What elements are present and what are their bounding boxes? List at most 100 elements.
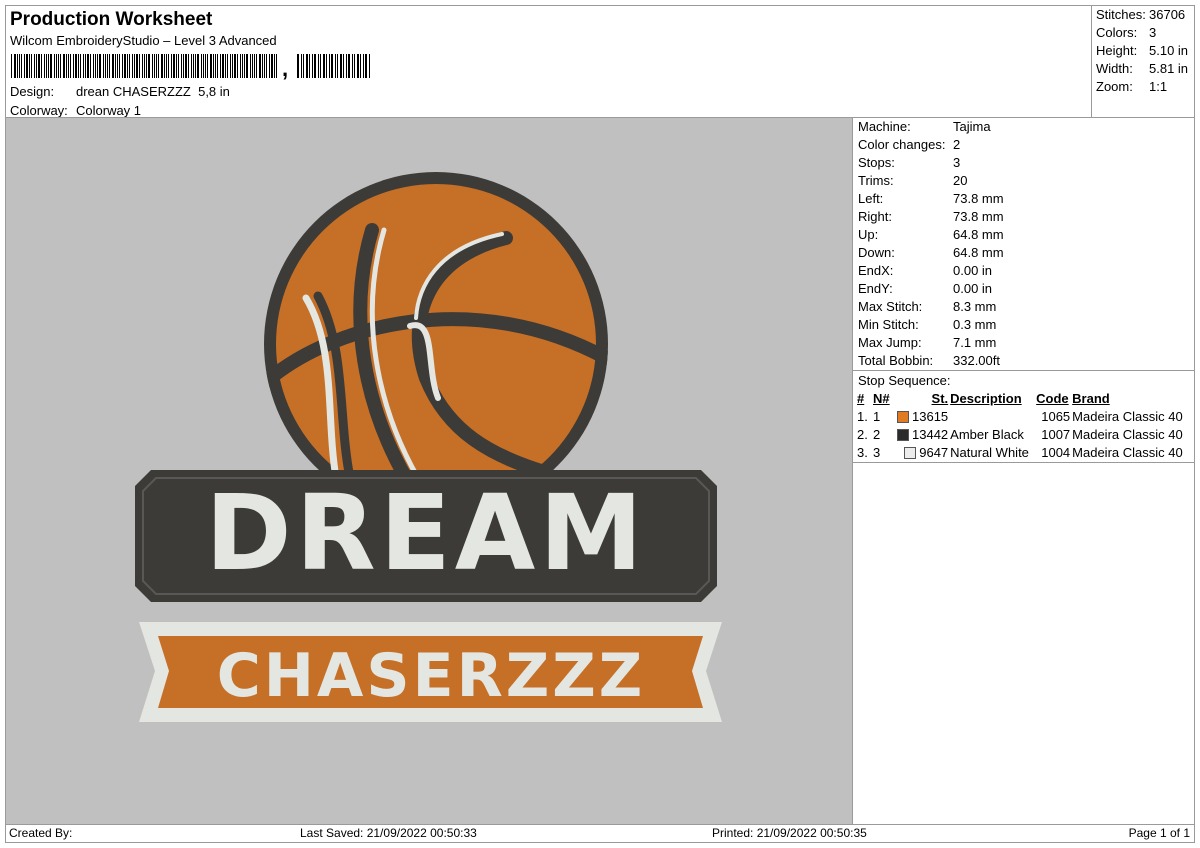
row-stitch-count: 9647: [919, 444, 949, 460]
stop-sequence-table: # N# St. Description Code Brand 1. 1 136…: [856, 389, 1184, 461]
machine-label: Left:: [858, 191, 884, 206]
machine-value: 73.8 mm: [953, 191, 1004, 206]
row-description: Amber Black: [950, 426, 1024, 442]
stat-label: Height:: [1096, 43, 1138, 58]
chaserzzz-ribbon: CHASERZZZ: [139, 622, 722, 722]
row-num: 2.: [857, 426, 868, 442]
table-row: 3. 3 9647 Natural White 1004 Madeira Cla…: [856, 443, 1184, 461]
stat-label: Width:: [1096, 61, 1133, 76]
printed-date: Printed: 21/09/2022 00:50:35: [712, 826, 867, 840]
last-saved: Last Saved: 21/09/2022 00:50:33: [300, 826, 477, 840]
table-row: 1. 1 13615 1065 Madeira Classic 40: [856, 407, 1184, 425]
col-brand: Brand: [1072, 390, 1110, 406]
stat-height: Height: 5.10 in: [1096, 43, 1188, 58]
row-stitch-count: 13615: [912, 408, 949, 424]
machine-value: 64.8 mm: [953, 245, 1004, 260]
machine-value: 332.00ft: [953, 353, 1000, 368]
machine-row: Up: 64.8 mm: [858, 227, 1004, 242]
stat-stitches: Stitches: 36706: [1096, 7, 1185, 22]
basketball-icon: [264, 172, 608, 516]
stat-label: Stitches:: [1096, 7, 1146, 22]
machine-row: Max Stitch: 8.3 mm: [858, 299, 996, 314]
machine-row: Trims: 20: [858, 173, 967, 188]
row-needle: 2: [873, 426, 881, 442]
col-description: Description: [950, 390, 1022, 406]
table-row: 2. 2 13442 Amber Black 1007 Madeira Clas…: [856, 425, 1184, 443]
divider: [853, 370, 1194, 371]
colorway-value: Colorway 1: [76, 103, 142, 118]
machine-value: 2: [953, 137, 961, 152]
stat-width: Width: 5.81 in: [1096, 61, 1188, 76]
design-stats: Stitches: 36706 Colors: 3 Height: 5.10 in W…: [1091, 5, 1195, 118]
machine-value: 7.1 mm: [953, 335, 997, 350]
row-needle: 1: [873, 408, 881, 424]
machine-row: Min Stitch: 0.3 mm: [858, 317, 996, 332]
stat-value: 3: [1149, 25, 1157, 40]
embroidery-design: DREAM CHASERZZZ: [135, 172, 722, 722]
row-brand: Madeira Classic 40: [1072, 408, 1183, 424]
color-swatch: [897, 411, 909, 424]
machine-label: Max Jump:: [858, 335, 922, 350]
design-label: Design:: [10, 84, 55, 99]
machine-row: Max Jump: 7.1 mm: [858, 335, 996, 350]
machine-label: Color changes:: [858, 137, 946, 152]
machine-value: 0.3 mm: [953, 317, 997, 332]
machine-row: Total Bobbin: 332.00ft: [858, 353, 1000, 368]
col-stitches: St.: [931, 390, 949, 406]
machine-value: 0.00 in: [953, 281, 993, 296]
machine-label: EndY:: [858, 281, 893, 296]
row-num: 3.: [857, 444, 868, 460]
dream-text: DREAM: [205, 472, 646, 594]
row-stitches: 13615: [896, 407, 949, 425]
machine-value: 3: [953, 155, 961, 170]
design-barcode: [11, 54, 370, 78]
divider: [853, 462, 1194, 463]
created-by: Created By:: [9, 826, 73, 840]
worksheet-footer: Created By: Last Saved: 21/09/2022 00:50…: [5, 824, 1195, 843]
stat-label: Zoom:: [1096, 79, 1133, 94]
stat-value: 5.81 in: [1149, 61, 1189, 76]
color-swatch: [897, 429, 909, 442]
machine-value: 20: [953, 173, 968, 188]
row-stitches: 9647: [896, 443, 949, 461]
col-code: Code: [1036, 390, 1069, 406]
row-brand: Madeira Classic 40: [1072, 444, 1183, 460]
page-title: Production Worksheet: [10, 9, 213, 30]
col-needle: N#: [873, 390, 890, 406]
stop-sequence-title: Stop Sequence:: [858, 373, 951, 388]
machine-row: Color changes: 2: [858, 137, 960, 152]
machine-value: Tajima: [953, 119, 991, 134]
colorway-row: Colorway: Colorway 1: [10, 103, 141, 118]
row-num: 1.: [857, 408, 868, 424]
row-stitches: 13442: [896, 425, 949, 443]
row-code: 1007: [1041, 426, 1071, 442]
barcode-mark: ,: [282, 56, 289, 81]
stat-value: 1:1: [1149, 79, 1168, 94]
machine-row: Machine: Tajima: [858, 119, 991, 134]
machine-label: Total Bobbin:: [858, 353, 934, 368]
machine-label: Trims:: [858, 173, 894, 188]
row-description: [949, 407, 1035, 425]
stat-zoom: Zoom: 1:1: [1096, 79, 1167, 94]
machine-value: 73.8 mm: [953, 209, 1004, 224]
software-name: Wilcom EmbroideryStudio – Level 3 Advanc…: [10, 33, 277, 48]
colorway-label: Colorway:: [10, 103, 68, 118]
row-needle: 3: [873, 444, 881, 460]
design-value: drean CHASERZZZ 5,8 in: [76, 84, 230, 99]
page-number: Page 1 of 1: [1128, 826, 1190, 840]
dream-banner: DREAM: [135, 470, 717, 602]
machine-label: Machine:: [858, 119, 911, 134]
col-num: #: [857, 390, 865, 406]
color-swatch: [904, 447, 917, 460]
machine-row: Right: 73.8 mm: [858, 209, 1004, 224]
machine-value: 8.3 mm: [953, 299, 997, 314]
chaserzzz-text: CHASERZZZ: [217, 641, 646, 711]
design-row: Design: drean CHASERZZZ 5,8 in: [10, 84, 230, 99]
row-description: Natural White: [950, 444, 1029, 460]
machine-value: 0.00 in: [953, 263, 993, 278]
row-stitch-count: 13442: [912, 426, 949, 442]
stat-colors: Colors: 3: [1096, 25, 1156, 40]
machine-label: Down:: [858, 245, 895, 260]
stat-value: 5.10 in: [1149, 43, 1189, 58]
design-preview: DREAM CHASERZZZ: [5, 117, 853, 825]
